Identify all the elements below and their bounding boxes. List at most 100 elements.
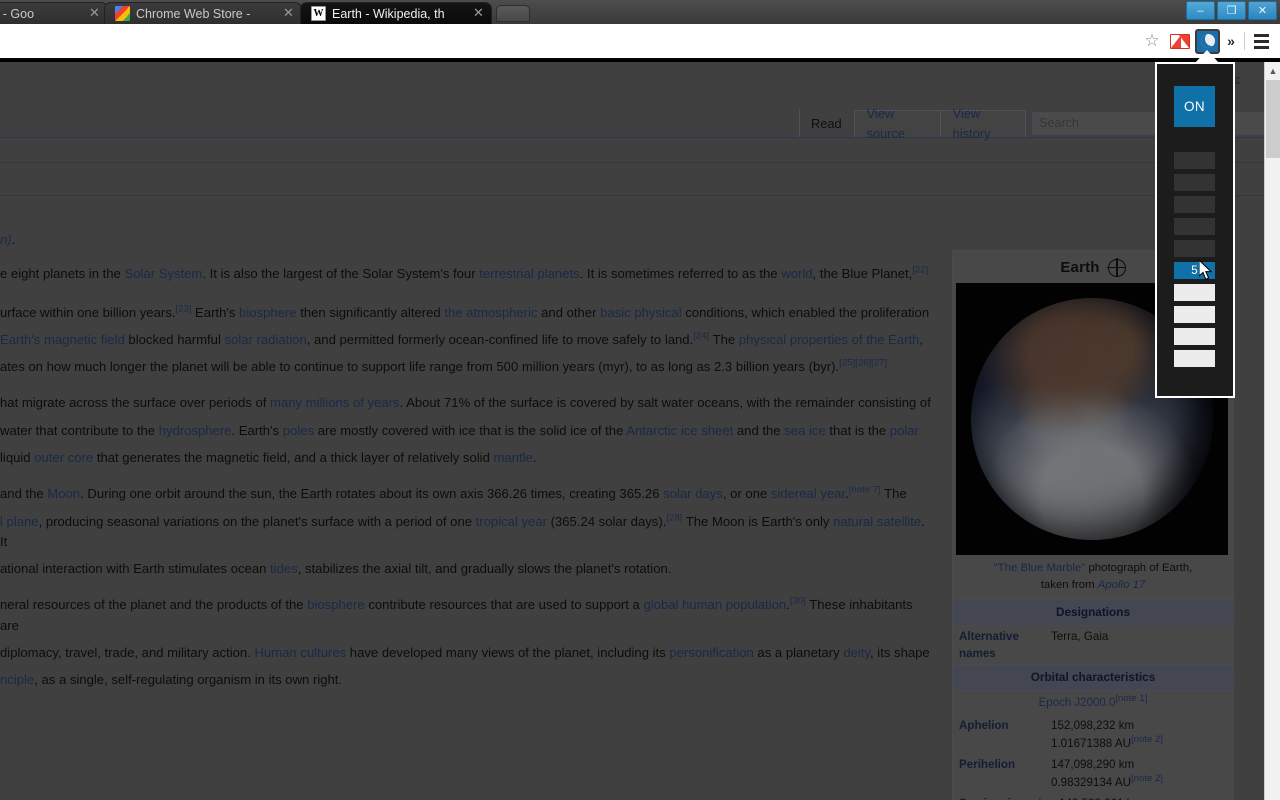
article-text: The [709, 331, 739, 347]
reference-link[interactable]: [23] [175, 303, 191, 314]
article-link[interactable]: biosphere [307, 597, 365, 612]
article-link[interactable]: mantle [494, 450, 533, 465]
brightness-level-7[interactable]: 7 [1174, 218, 1215, 235]
article-body: n). e eight planets in the Solar System.… [0, 230, 945, 698]
brightness-level-10[interactable]: 10 [1174, 152, 1215, 169]
article-link[interactable]: Antarctic ice sheet [626, 423, 733, 438]
new-tab-button[interactable] [496, 5, 530, 22]
row-value-au: 0.98329134 AU [1051, 775, 1131, 789]
apollo-17-link[interactable]: Apollo 17 [1098, 579, 1146, 591]
page-scrollbar[interactable]: ▲ [1264, 62, 1280, 800]
article-link[interactable]: tropical year [476, 514, 547, 529]
tab-read[interactable]: Read [799, 110, 855, 137]
article-link[interactable]: nciple [0, 672, 34, 687]
article-link[interactable]: Solar System [124, 266, 202, 281]
brightness-level-6[interactable]: 6 [1174, 240, 1215, 257]
article-link[interactable]: many millions of years [270, 395, 400, 410]
article-text: , as a single, self-regulating organism … [34, 672, 343, 688]
reference-link[interactable]: [28] [666, 512, 682, 523]
epoch-note[interactable]: [note 1] [1115, 693, 1147, 704]
article-link[interactable]: deity [843, 645, 870, 660]
close-icon[interactable]: ✕ [88, 6, 101, 20]
toolbar-divider [1244, 32, 1245, 50]
minimize-button[interactable]: – [1186, 1, 1215, 20]
article-link[interactable]: natural satellite [833, 514, 921, 529]
row-value-km: 147,098,290 km [1051, 758, 1135, 772]
article-link[interactable]: sidereal year [771, 486, 845, 501]
article-link[interactable]: l plane [0, 514, 39, 529]
brightness-level-4[interactable]: 4 [1174, 284, 1215, 301]
article-text: urface within one billion years. [0, 304, 176, 320]
row-note[interactable]: [note 2] [1131, 773, 1163, 784]
article-link[interactable]: polar [890, 423, 919, 438]
power-toggle-button[interactable]: ON [1174, 86, 1215, 127]
wiki-tabs-spacer [0, 109, 800, 137]
row-key[interactable]: Alternative names [959, 628, 1051, 663]
article-link[interactable]: personification [669, 645, 753, 660]
article-link[interactable]: Moon [47, 486, 80, 501]
brightness-level-3[interactable]: 3 [1174, 306, 1215, 323]
blue-marble-link[interactable]: "The Blue Marble" [994, 562, 1086, 574]
address-bar[interactable] [8, 29, 1136, 54]
page-viewport: Create ac Read View source View history … [0, 62, 1280, 800]
overflow-chevron-icon[interactable]: » [1223, 33, 1239, 49]
article-link[interactable]: world [781, 266, 812, 281]
earth-astronomical-symbol-icon [1106, 257, 1126, 277]
hamburger-menu-icon[interactable] [1250, 30, 1272, 52]
close-icon[interactable]: ✕ [282, 6, 295, 20]
bookmark-star-icon[interactable]: ☆ [1141, 30, 1163, 52]
reference-link[interactable]: [30] [790, 596, 806, 607]
article-link[interactable]: Human cultures [254, 645, 346, 660]
article-link[interactable]: solar days [663, 486, 723, 501]
paragraph: Earth's magnetic field blocked harmful s… [0, 330, 933, 350]
brightness-level-1[interactable]: 1 [1174, 350, 1215, 367]
tab-view-source[interactable]: View source [853, 106, 941, 141]
article-link[interactable]: global human population [643, 597, 786, 612]
reference-link[interactable]: [note 7] [849, 485, 881, 496]
article-link[interactable]: the atmospheric [444, 305, 537, 320]
article-link[interactable]: outer core [34, 450, 93, 465]
brightness-level-8[interactable]: 8 [1174, 196, 1215, 213]
brightness-level-9[interactable]: 9 [1174, 174, 1215, 191]
tab-view-history[interactable]: View history [939, 106, 1027, 141]
row-note[interactable]: [note 2] [1131, 734, 1163, 745]
tab-earth-wikipedia[interactable]: W Earth - Wikipedia, th ✕ [300, 2, 492, 24]
article-link[interactable]: hydrosphere [159, 423, 232, 438]
article-text: then significantly altered [296, 304, 445, 320]
close-icon[interactable]: ✕ [472, 6, 485, 20]
reference-link[interactable]: [25][26][27] [839, 358, 887, 369]
wiki-personal-bar: Create ac [0, 62, 1264, 110]
article-text: The [880, 486, 907, 502]
article-link[interactable]: tides [270, 561, 298, 576]
row-key[interactable]: Semi-major axis [959, 795, 1059, 800]
tab-title: Earth - Wikipedia, th [332, 6, 445, 21]
epoch-label[interactable]: Epoch J2000.0 [1039, 697, 1116, 709]
article-link[interactable]: sea ice [784, 423, 826, 438]
brightness-level-2[interactable]: 2 [1174, 328, 1215, 345]
tab-getting-started[interactable]: Started - Goo ✕ [0, 2, 108, 24]
row-key[interactable]: Perihelion [959, 756, 1051, 773]
article-text: neral resources of the planet and the pr… [0, 597, 308, 613]
article-link[interactable]: biosphere [239, 305, 297, 320]
article-link[interactable]: Earth's magnetic field [0, 332, 125, 347]
scrollbar-thumb[interactable] [1266, 80, 1280, 158]
gmail-extension-button[interactable] [1167, 28, 1193, 54]
restore-button[interactable]: ❐ [1217, 1, 1246, 20]
article-link[interactable]: physical properties of the Earth [739, 332, 920, 347]
article-text: , producing seasonal variations on the p… [38, 513, 476, 529]
row-key[interactable]: Aphelion [959, 717, 1051, 734]
article-link[interactable]: n) [0, 232, 12, 247]
infobox-epoch: Epoch J2000.0[note 1] [953, 691, 1233, 716]
article-text: (365.24 solar days). [546, 513, 667, 529]
article-link[interactable]: basic physical [600, 305, 682, 320]
tab-chrome-web-store[interactable]: Chrome Web Store - ✕ [104, 2, 302, 24]
article-link[interactable]: terrestrial planets [479, 266, 579, 281]
reference-link[interactable]: [22] [912, 265, 928, 276]
reference-link[interactable]: [24] [693, 330, 709, 341]
wikipedia-article: Create ac Read View source View history … [0, 62, 1264, 800]
close-button[interactable]: ✕ [1248, 1, 1277, 20]
article-link[interactable]: poles [283, 423, 314, 438]
row-value: 147,098,290 km 0.98329134 AU[note 2] [1051, 756, 1229, 791]
scroll-up-arrow-icon[interactable]: ▲ [1265, 62, 1280, 79]
article-link[interactable]: solar radiation [225, 332, 307, 347]
